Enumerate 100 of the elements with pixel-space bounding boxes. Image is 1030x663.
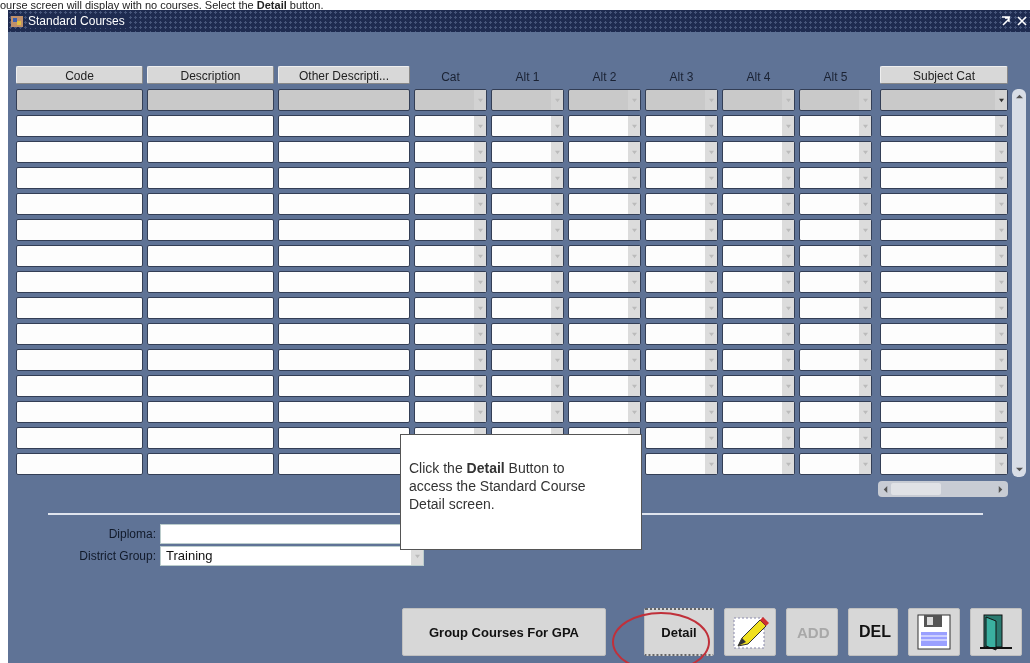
dropdown-field[interactable] <box>799 115 872 137</box>
dropdown-field[interactable] <box>414 323 487 345</box>
dropdown-field[interactable] <box>568 323 641 345</box>
dropdown-field[interactable] <box>880 297 1008 319</box>
vertical-scrollbar[interactable] <box>1012 89 1026 477</box>
dropdown-field[interactable] <box>491 245 564 267</box>
text-field[interactable] <box>147 89 274 111</box>
dropdown-field[interactable] <box>414 89 487 111</box>
text-field[interactable] <box>278 115 410 137</box>
text-field[interactable] <box>147 427 274 449</box>
dropdown-field[interactable] <box>568 297 641 319</box>
dropdown-field[interactable] <box>799 349 872 371</box>
text-field[interactable] <box>16 427 143 449</box>
text-field[interactable] <box>147 167 274 189</box>
dropdown-field[interactable] <box>414 297 487 319</box>
dropdown-field[interactable] <box>414 193 487 215</box>
dropdown-field[interactable] <box>880 193 1008 215</box>
dropdown-field[interactable] <box>568 271 641 293</box>
scroll-left-icon[interactable] <box>882 484 889 494</box>
dropdown-field[interactable] <box>645 375 718 397</box>
text-field[interactable] <box>278 245 410 267</box>
dropdown-field[interactable] <box>722 297 795 319</box>
text-field[interactable] <box>278 271 410 293</box>
dropdown-field[interactable] <box>880 375 1008 397</box>
dropdown-field[interactable] <box>722 271 795 293</box>
dropdown-field[interactable] <box>722 245 795 267</box>
text-field[interactable] <box>16 297 143 319</box>
text-field[interactable] <box>147 297 274 319</box>
text-field[interactable] <box>16 401 143 423</box>
action-button[interactable]: Group Courses For GPA <box>402 608 606 656</box>
save-button[interactable] <box>908 608 960 656</box>
dropdown-field[interactable] <box>414 245 487 267</box>
dropdown-field[interactable] <box>722 89 795 111</box>
dropdown-field[interactable] <box>491 323 564 345</box>
text-field[interactable] <box>147 453 274 475</box>
text-field[interactable] <box>278 375 410 397</box>
text-field[interactable] <box>16 349 143 371</box>
dropdown-field[interactable] <box>880 167 1008 189</box>
dropdown-field[interactable] <box>491 193 564 215</box>
column-header[interactable]: Description <box>147 66 274 84</box>
text-field[interactable] <box>16 167 143 189</box>
dropdown-field[interactable] <box>880 219 1008 241</box>
text-field[interactable] <box>147 193 274 215</box>
text-field[interactable] <box>16 375 143 397</box>
dropdown-field[interactable] <box>568 193 641 215</box>
scroll-right-icon[interactable] <box>997 484 1004 494</box>
dropdown-field[interactable]: Training <box>160 546 424 566</box>
text-field[interactable] <box>147 323 274 345</box>
text-field[interactable] <box>16 453 143 475</box>
text-field[interactable] <box>147 219 274 241</box>
action-button[interactable]: DEL <box>848 608 898 656</box>
dropdown-field[interactable] <box>799 193 872 215</box>
dropdown-field[interactable] <box>414 141 487 163</box>
dropdown-field[interactable] <box>722 193 795 215</box>
dropdown-field[interactable] <box>491 297 564 319</box>
dropdown-field[interactable] <box>799 297 872 319</box>
dropdown-field[interactable] <box>491 271 564 293</box>
scroll-down-icon[interactable] <box>1014 466 1024 473</box>
text-field[interactable] <box>147 349 274 371</box>
text-field[interactable] <box>16 323 143 345</box>
text-field[interactable] <box>278 427 410 449</box>
dropdown-field[interactable] <box>645 453 718 475</box>
text-field[interactable] <box>16 219 143 241</box>
dropdown-field[interactable] <box>568 167 641 189</box>
text-field[interactable] <box>16 89 143 111</box>
dropdown-field[interactable] <box>880 401 1008 423</box>
dropdown-field[interactable] <box>799 167 872 189</box>
dropdown-field[interactable] <box>880 323 1008 345</box>
dropdown-field[interactable] <box>645 245 718 267</box>
dropdown-field[interactable] <box>568 219 641 241</box>
dropdown-field[interactable] <box>414 115 487 137</box>
dropdown-field[interactable] <box>799 375 872 397</box>
text-field[interactable] <box>147 115 274 137</box>
horizontal-scrollbar[interactable] <box>878 481 1008 497</box>
dropdown-field[interactable] <box>799 453 872 475</box>
dropdown-field[interactable] <box>722 323 795 345</box>
dropdown-field[interactable] <box>799 323 872 345</box>
dropdown-field[interactable] <box>645 219 718 241</box>
text-field[interactable] <box>16 115 143 137</box>
restore-icon[interactable] <box>1000 15 1012 27</box>
dropdown-field[interactable] <box>645 193 718 215</box>
dropdown-field[interactable] <box>722 115 795 137</box>
text-field[interactable] <box>147 271 274 293</box>
dropdown-field[interactable] <box>645 401 718 423</box>
dropdown-field[interactable] <box>722 401 795 423</box>
dropdown-field[interactable] <box>645 115 718 137</box>
dropdown-field[interactable] <box>568 349 641 371</box>
dropdown-field[interactable] <box>645 167 718 189</box>
dropdown-field[interactable] <box>645 349 718 371</box>
text-field[interactable] <box>278 323 410 345</box>
dropdown-field[interactable] <box>645 427 718 449</box>
dropdown-field[interactable] <box>880 115 1008 137</box>
dropdown-field[interactable] <box>491 349 564 371</box>
dropdown-field[interactable] <box>722 427 795 449</box>
dropdown-field[interactable] <box>645 89 718 111</box>
dropdown-field[interactable] <box>880 245 1008 267</box>
dropdown-field[interactable] <box>491 167 564 189</box>
dropdown-field[interactable] <box>799 401 872 423</box>
dropdown-field[interactable] <box>880 89 1008 111</box>
dropdown-field[interactable] <box>799 89 872 111</box>
